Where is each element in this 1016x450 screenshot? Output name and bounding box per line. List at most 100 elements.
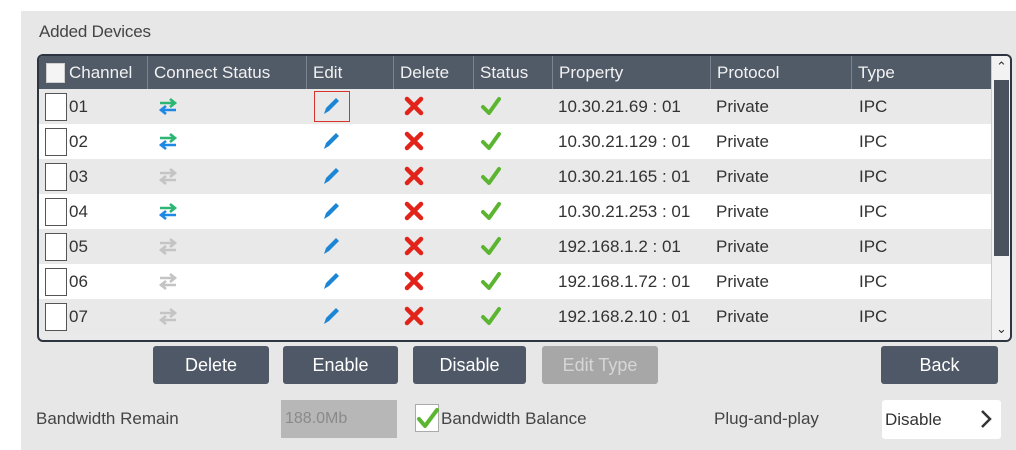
table-body: 01 10.30.21.69 : 01 Private IPC 02 10.30.21.1… <box>39 89 991 334</box>
checkmark-icon <box>417 408 439 428</box>
disconnected-icon <box>158 167 178 186</box>
table-row[interactable]: 02 10.30.21.129 : 01 Private IPC <box>39 124 991 159</box>
table-row[interactable]: 06 192.168.1.72 : 01 Private IPC <box>39 264 991 299</box>
scroll-down-icon[interactable]: ⌄ <box>994 320 1009 338</box>
table-row[interactable]: 03 10.30.21.165 : 01 Private IPC <box>39 159 991 194</box>
scroll-thumb[interactable] <box>994 80 1009 256</box>
connected-icon <box>158 97 178 116</box>
delete-x-icon[interactable] <box>403 305 425 327</box>
table-header: Channel Connect Status Edit Delete Statu… <box>39 56 991 89</box>
property-cell: 192.168.1.72 : 01 <box>558 272 691 291</box>
table-row[interactable]: 07 192.168.2.10 : 01 Private IPC <box>39 299 991 334</box>
connected-icon <box>158 132 178 151</box>
status-check-icon <box>481 97 501 115</box>
delete-x-icon[interactable] <box>403 95 425 117</box>
row-checkbox[interactable] <box>45 198 67 226</box>
edit-highlight-box <box>314 91 350 122</box>
status-check-icon <box>481 307 501 325</box>
plug-and-play-value: Disable <box>885 410 942 429</box>
property-cell: 10.30.21.69 : 01 <box>558 97 681 116</box>
status-check-icon <box>481 202 501 220</box>
bandwidth-remain-field: 188.0Mb <box>281 400 397 438</box>
chevron-right-icon <box>981 410 992 428</box>
status-check-icon <box>481 132 501 150</box>
table-row[interactable]: 05 192.168.1.2 : 01 Private IPC <box>39 229 991 264</box>
property-cell: 192.168.2.10 : 01 <box>558 307 691 326</box>
section-title: Added Devices <box>39 22 151 41</box>
added-devices-panel: Added Devices Channel Connect Status Edi… <box>21 11 1016 450</box>
column-connect-status[interactable]: Connect Status <box>147 56 270 89</box>
plug-and-play-select[interactable]: Disable <box>882 400 1001 439</box>
type-cell: IPC <box>859 132 888 151</box>
protocol-cell: Private <box>716 97 769 116</box>
protocol-cell: Private <box>716 167 769 186</box>
row-checkbox[interactable] <box>45 303 67 331</box>
edit-pencil-icon[interactable] <box>320 235 342 257</box>
channel-cell: 03 <box>69 167 88 186</box>
edit-pencil-icon[interactable] <box>320 270 342 292</box>
type-cell: IPC <box>859 272 888 291</box>
channel-cell: 06 <box>69 272 88 291</box>
column-type[interactable]: Type <box>851 56 895 89</box>
property-cell: 10.30.21.253 : 01 <box>558 202 691 221</box>
protocol-cell: Private <box>716 272 769 291</box>
table-row[interactable]: 01 10.30.21.69 : 01 Private IPC <box>39 89 991 124</box>
channel-cell: 02 <box>69 132 88 151</box>
scroll-up-icon[interactable]: ⌃ <box>994 58 1009 76</box>
property-cell: 192.168.1.2 : 01 <box>558 237 681 256</box>
table-row[interactable]: 04 10.30.21.253 : 01 Private IPC <box>39 194 991 229</box>
devices-table: Channel Connect Status Edit Delete Statu… <box>37 54 1012 342</box>
column-protocol[interactable]: Protocol <box>710 56 779 89</box>
type-cell: IPC <box>859 202 888 221</box>
disconnected-icon <box>158 272 178 291</box>
row-checkbox[interactable] <box>45 268 67 296</box>
edit-type-button[interactable]: Edit Type <box>542 346 658 384</box>
type-cell: IPC <box>859 237 888 256</box>
protocol-cell: Private <box>716 307 769 326</box>
disconnected-icon <box>158 307 178 326</box>
delete-x-icon[interactable] <box>403 270 425 292</box>
status-check-icon <box>481 167 501 185</box>
delete-x-icon[interactable] <box>403 200 425 222</box>
connected-icon <box>158 202 178 221</box>
column-status[interactable]: Status <box>473 56 528 89</box>
delete-x-icon[interactable] <box>403 165 425 187</box>
bandwidth-balance-checkbox[interactable] <box>415 404 439 432</box>
status-check-icon <box>481 237 501 255</box>
row-checkbox[interactable] <box>45 128 67 156</box>
protocol-cell: Private <box>716 237 769 256</box>
property-cell: 10.30.21.165 : 01 <box>558 167 691 186</box>
column-edit[interactable]: Edit <box>306 56 342 89</box>
edit-pencil-icon[interactable] <box>320 130 342 152</box>
bandwidth-balance-label: Bandwidth Balance <box>441 409 587 428</box>
delete-x-icon[interactable] <box>403 130 425 152</box>
back-button[interactable]: Back <box>881 346 998 384</box>
protocol-cell: Private <box>716 132 769 151</box>
type-cell: IPC <box>859 307 888 326</box>
delete-x-icon[interactable] <box>403 235 425 257</box>
channel-cell: 07 <box>69 307 88 326</box>
plug-and-play-label: Plug-and-play <box>714 409 819 428</box>
bandwidth-remain-label: Bandwidth Remain <box>36 409 179 428</box>
edit-pencil-icon[interactable] <box>320 165 342 187</box>
column-delete[interactable]: Delete <box>393 56 449 89</box>
delete-button[interactable]: Delete <box>153 346 269 384</box>
row-checkbox[interactable] <box>45 163 67 191</box>
type-cell: IPC <box>859 167 888 186</box>
property-cell: 10.30.21.129 : 01 <box>558 132 691 151</box>
edit-pencil-icon[interactable] <box>320 200 342 222</box>
enable-button[interactable]: Enable <box>283 346 398 384</box>
disconnected-icon <box>158 237 178 256</box>
row-checkbox[interactable] <box>45 233 67 261</box>
edit-pencil-icon[interactable] <box>320 305 342 327</box>
column-property[interactable]: Property <box>552 56 623 89</box>
table-scrollbar[interactable]: ⌃ ⌄ <box>991 56 1010 340</box>
channel-cell: 01 <box>69 97 88 116</box>
protocol-cell: Private <box>716 202 769 221</box>
column-channel[interactable]: Channel <box>63 56 132 89</box>
type-cell: IPC <box>859 97 888 116</box>
row-checkbox[interactable] <box>45 93 67 121</box>
status-check-icon <box>481 272 501 290</box>
disable-button[interactable]: Disable <box>413 346 526 384</box>
channel-cell: 05 <box>69 237 88 256</box>
